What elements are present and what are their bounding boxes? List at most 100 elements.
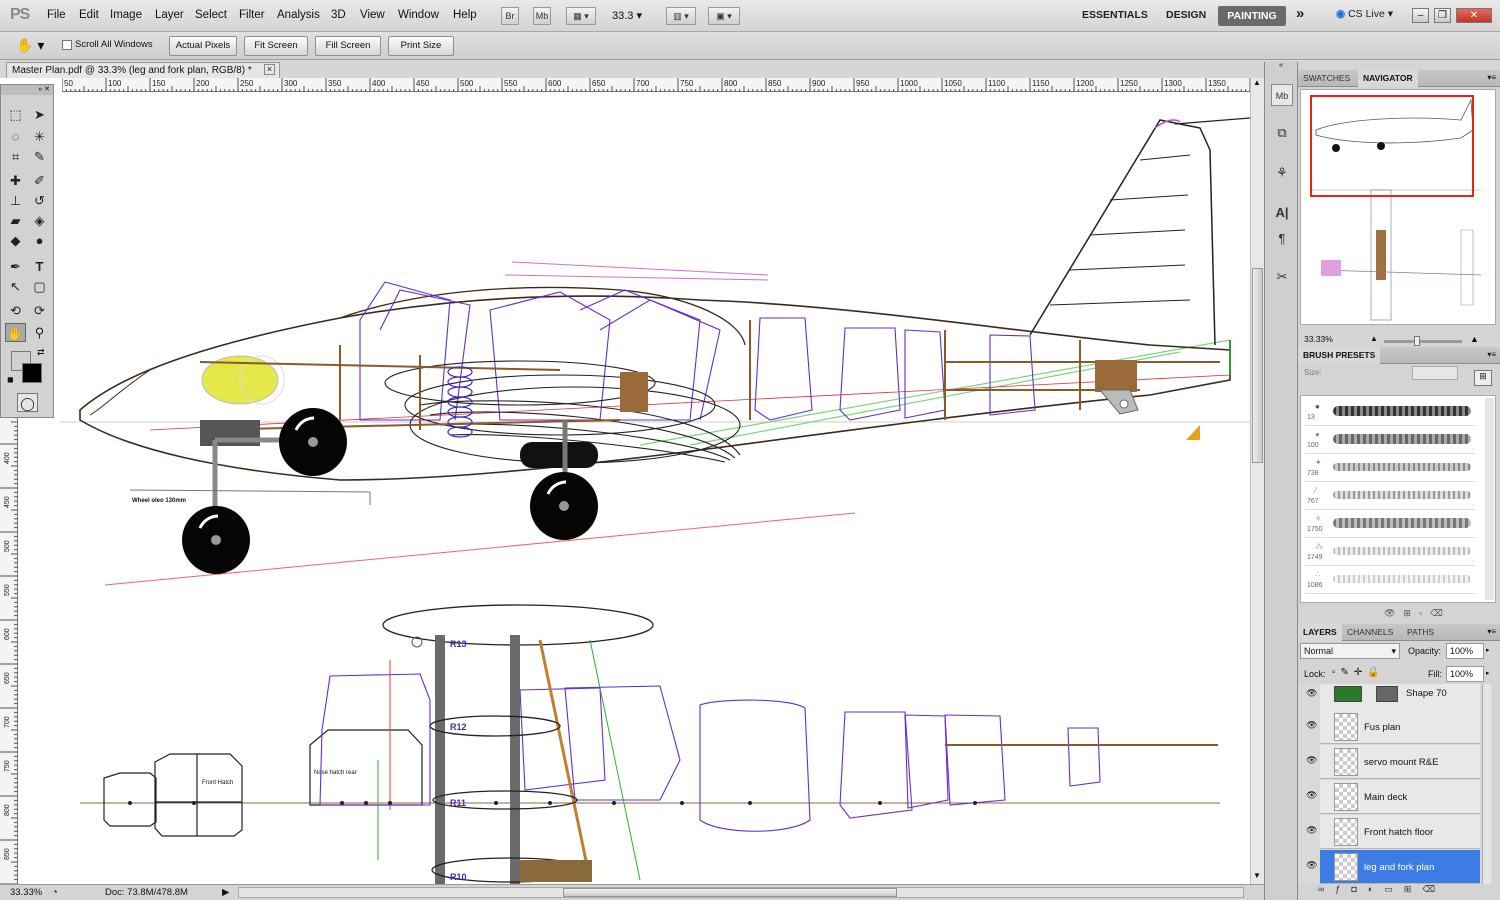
navigator-zoom-value[interactable]: 33.33% <box>1304 334 1333 344</box>
hand-tool-icon[interactable]: ✋ <box>5 323 26 342</box>
status-menu-arrow-icon[interactable]: ▶ <box>222 885 229 900</box>
navigator-zoom-slider[interactable] <box>1384 336 1462 346</box>
eraser-tool-icon[interactable]: ▰ <box>5 211 26 230</box>
layer-row[interactable]: Fus plan <box>1320 710 1480 744</box>
shape-tool-icon[interactable]: ▢ <box>29 277 50 296</box>
tab-swatches[interactable]: SWATCHES <box>1298 70 1355 87</box>
zoom-out-icon[interactable]: ▲ <box>1370 334 1378 343</box>
zoom-tool-icon[interactable]: ⚲ <box>29 323 50 342</box>
paint-bucket-tool-icon[interactable]: ◈ <box>29 211 50 230</box>
mini-bridge-panel-icon[interactable]: Mb <box>1271 84 1293 106</box>
3d-orbit-tool-icon[interactable]: ⟳ <box>29 301 50 320</box>
brush-preset[interactable]: ✧ 1750 <box>1305 510 1475 538</box>
magic-wand-tool-icon[interactable]: ✳ <box>29 127 50 146</box>
visibility-eye-icon[interactable]: 👁 <box>1306 860 1320 871</box>
horizontal-ruler[interactable]: 50 100 150 200 250 300 350 400 450 500 5… <box>61 78 1251 92</box>
visibility-eye-icon[interactable]: 👁 <box>1306 720 1320 731</box>
arrange-documents-dropdown[interactable]: ▥ ▾ <box>666 7 696 25</box>
horizontal-scrollbar[interactable] <box>238 887 1244 898</box>
layer-row[interactable]: Main deck <box>1320 780 1480 814</box>
brush-list-scrollbar[interactable] <box>1485 398 1494 600</box>
screen-mode-dropdown[interactable]: ▣ ▾ <box>708 7 740 25</box>
path-selection-tool-icon[interactable]: ↖ <box>5 277 26 296</box>
panel-menu-icon[interactable]: ▾≡ <box>1487 73 1496 82</box>
pen-tool-icon[interactable]: ✒ <box>5 257 26 276</box>
background-color-swatch[interactable] <box>22 363 42 383</box>
visibility-eye-icon[interactable]: 👁 <box>1306 790 1320 801</box>
visibility-eye-icon[interactable]: 👁 <box>1306 825 1320 836</box>
paragraph-panel-icon[interactable]: ¶ <box>1271 228 1293 250</box>
scroll-up-icon[interactable]: ▲ <box>1253 78 1261 87</box>
canvas[interactable]: Wheel oleo 130mm R13 R12 R11 R10 Front H… <box>18 92 1250 884</box>
menu-window[interactable]: Window <box>398 9 439 21</box>
menu-analysis[interactable]: Analysis <box>277 9 320 21</box>
workspace-essentials[interactable]: ESSENTIALS <box>1082 9 1148 21</box>
workspace-design[interactable]: DESIGN <box>1166 9 1206 21</box>
layer-row-selected[interactable]: leg and fork plan <box>1320 850 1480 884</box>
dodge-tool-icon[interactable]: ● <box>29 231 50 250</box>
scroll-down-icon[interactable]: ▼ <box>1253 871 1261 880</box>
layer-row[interactable]: Front hatch floor <box>1320 815 1480 849</box>
blur-tool-icon[interactable]: ◆ <box>5 231 26 250</box>
menu-select[interactable]: Select <box>195 9 227 21</box>
hand-tool-preset-icon[interactable]: ✋ ▾ <box>16 37 44 54</box>
marquee-tool-icon[interactable]: ⬚ <box>5 105 26 124</box>
tab-brush-presets[interactable]: BRUSH PRESETS <box>1298 347 1381 364</box>
navigator-view-box[interactable] <box>1310 95 1474 197</box>
close-window-icon[interactable]: ✕ <box>1456 8 1492 23</box>
fill-screen-button[interactable]: Fill Screen <box>315 36 381 56</box>
3d-rotate-tool-icon[interactable]: ⟲ <box>5 301 26 320</box>
menu-3d[interactable]: 3D <box>331 9 346 21</box>
quick-mask-icon[interactable]: ◯ <box>17 393 38 412</box>
opacity-field[interactable]: 100% <box>1446 643 1484 659</box>
brush-size-field[interactable] <box>1412 366 1458 380</box>
menu-file[interactable]: File <box>47 9 66 21</box>
menu-image[interactable]: Image <box>110 9 142 21</box>
brush-preset[interactable]: ⁂ 1749 <box>1305 538 1475 566</box>
tab-channels[interactable]: CHANNELS <box>1342 624 1398 641</box>
visibility-eye-icon[interactable]: 👁 <box>1306 688 1320 699</box>
blend-mode-select[interactable]: Normal ▾ <box>1300 643 1400 659</box>
zoom-in-icon[interactable]: ▲ <box>1470 334 1479 344</box>
tab-paths[interactable]: PATHS <box>1402 624 1439 641</box>
scrollbar-thumb[interactable] <box>1252 268 1263 463</box>
history-brush-tool-icon[interactable]: ↺ <box>29 191 50 210</box>
workspace-painting[interactable]: PAINTING <box>1218 6 1286 26</box>
menu-filter[interactable]: Filter <box>239 9 265 21</box>
healing-brush-tool-icon[interactable]: ✚ <box>5 171 26 190</box>
scroll-all-windows-checkbox[interactable] <box>62 40 72 50</box>
menu-layer[interactable]: Layer <box>155 9 184 21</box>
character-panel-icon[interactable]: A| <box>1271 202 1293 224</box>
layers-footer-icons[interactable]: ∞ƒ◘◐▭⊞⌫ <box>1318 884 1446 895</box>
toggle-brush-panel-icon[interactable]: ⊞ <box>1474 370 1492 386</box>
menu-edit[interactable]: Edit <box>79 9 99 21</box>
layers-scrollbar[interactable] <box>1482 684 1491 884</box>
more-workspaces-chevron-icon[interactable]: » <box>1296 5 1304 22</box>
layer-row[interactable]: servo mount R&E <box>1320 745 1480 779</box>
status-info-icon[interactable]: ◔ <box>52 885 58 900</box>
tab-navigator[interactable]: NAVIGATOR <box>1358 70 1418 87</box>
menu-help[interactable]: Help <box>453 9 477 21</box>
type-tool-icon[interactable]: T <box>29 257 50 276</box>
fill-arrow-icon[interactable]: ▸ <box>1486 669 1490 677</box>
fill-field[interactable]: 100% <box>1446 666 1484 682</box>
navigator-zoom-slider-thumb[interactable] <box>1414 336 1420 346</box>
status-zoom[interactable]: 33.33% <box>10 885 42 900</box>
minimize-icon[interactable]: – <box>1412 8 1429 23</box>
vertical-scrollbar[interactable]: ▲ ▼ <box>1250 78 1264 886</box>
brush-tool-icon[interactable]: ✐ <box>29 171 50 190</box>
horizontal-scrollbar-thumb[interactable] <box>563 888 897 897</box>
close-document-icon[interactable]: × <box>264 64 275 75</box>
zoom-level-dropdown[interactable]: 33.3 ▾ <box>612 9 654 22</box>
visibility-eye-icon[interactable]: 👁 <box>1306 755 1320 766</box>
default-colors-icon[interactable]: ◼ <box>7 375 14 384</box>
brush-preset[interactable]: ● 13 <box>1305 398 1475 426</box>
crop-tool-icon[interactable]: ⌗ <box>5 147 26 166</box>
tab-layers[interactable]: LAYERS <box>1298 624 1342 641</box>
brush-preset[interactable]: ● 100 <box>1305 426 1475 454</box>
fit-screen-button[interactable]: Fit Screen <box>244 36 308 56</box>
restore-icon[interactable]: ❐ <box>1434 8 1451 23</box>
document-tab[interactable]: Master Plan.pdf @ 33.3% (leg and fork pl… <box>6 62 280 78</box>
actual-pixels-button[interactable]: Actual Pixels <box>169 36 237 56</box>
clone-stamp-tool-icon[interactable]: ⊥ <box>5 191 26 210</box>
